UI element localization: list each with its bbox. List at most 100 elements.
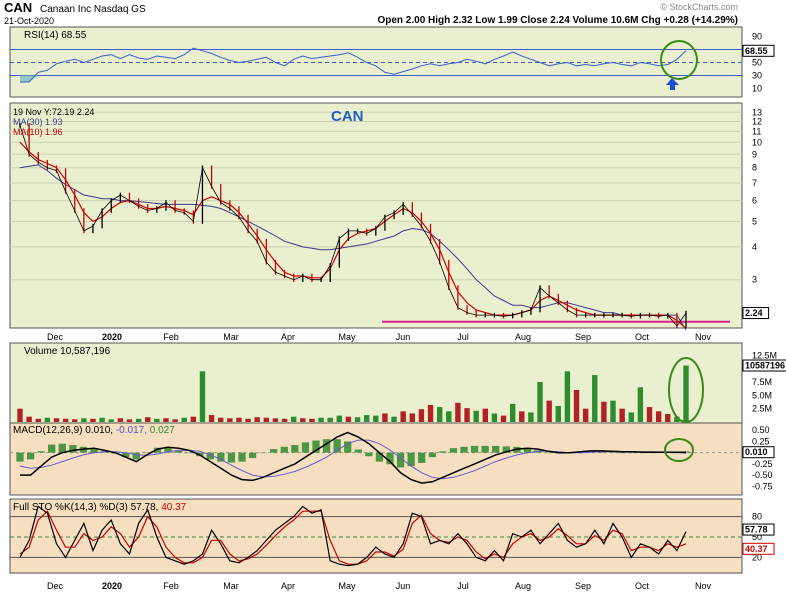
volume-bar [363, 415, 370, 422]
sto-x-label: Dec [47, 581, 64, 591]
macd-legend-label: MACD(12,26,9) [13, 425, 82, 436]
volume-bar [373, 415, 379, 422]
volume-bar [637, 387, 644, 422]
sto-x-label: Oct [635, 581, 650, 591]
macd-histogram-bar [470, 445, 479, 453]
price-x-label: Mar [223, 332, 239, 342]
volume-bar [227, 418, 233, 422]
volume-bar [263, 417, 270, 422]
price-last-value: 2.24 [745, 308, 763, 318]
ma10-legend: MA(10) 1.96 [13, 127, 63, 137]
macd-histogram-bar [449, 448, 458, 453]
macd-tick-label: 0.25 [752, 436, 770, 446]
volume-bar [500, 415, 507, 422]
volume-bar [592, 375, 598, 422]
macd-histogram-bar [618, 452, 627, 454]
sto-x-label: Apr [281, 581, 295, 591]
rsi-tick-label: 50 [752, 58, 762, 68]
price-tick-label: 9 [752, 149, 757, 159]
volume-tick-label: 2.5M [752, 404, 772, 414]
price-x-label: 2020 [102, 332, 122, 342]
price-tick-label: 11 [752, 126, 761, 136]
volume-bar [336, 415, 343, 422]
volume-bar [26, 416, 32, 422]
volume-bar [218, 417, 224, 422]
volume-tick-label: 5.0M [752, 390, 772, 400]
volume-bar [309, 418, 315, 422]
price-tick-label: 6 [752, 196, 757, 206]
volume-bar [300, 418, 306, 422]
volume-bar [446, 411, 452, 422]
volume-bar [290, 416, 297, 422]
volume-bar [154, 418, 160, 422]
volume-bar [382, 413, 388, 422]
volume-bar [35, 418, 41, 422]
macd-histogram-bar [481, 445, 489, 453]
volume-bar [135, 418, 142, 422]
volume-bar [601, 401, 607, 422]
price-x-label: May [338, 332, 356, 342]
macd-histogram-bar [280, 446, 288, 453]
sto-x-label: Aug [515, 581, 531, 591]
macd-histogram-bar [270, 449, 278, 453]
company-name: Canaan Inc Nasdaq GS [40, 4, 146, 15]
volume-tick-label: 12.5M [752, 350, 777, 360]
price-x-label: Dec [47, 332, 64, 342]
sto-x-label: May [338, 581, 356, 591]
sto-x-label: Jul [457, 581, 469, 591]
sto-d-last-value: 40.37 [745, 544, 768, 554]
sto-x-label: Nov [695, 581, 712, 591]
stock-chart: CAN Canaan Inc Nasdaq GS 21-Oct-2020 Ope… [4, 0, 786, 591]
volume-bar [53, 418, 60, 422]
macd-histogram-bar [248, 452, 257, 459]
price-tick-label: 8 [752, 163, 757, 173]
sto-legend-d: 40.37 [161, 502, 186, 513]
macd-histogram-bar [37, 451, 45, 453]
volume-bar [491, 413, 498, 422]
volume-bar [90, 418, 96, 422]
macd-histogram-bar [365, 452, 373, 457]
macd-histogram-bar [185, 452, 193, 454]
volume-bar [582, 408, 589, 422]
macd-legend-signal: -0.017, [116, 425, 147, 436]
sto-tick-label: 80 [752, 512, 762, 522]
volume-bar [427, 404, 434, 422]
macd-histogram-bar [48, 444, 56, 453]
macd-histogram-bar [428, 452, 436, 458]
price-tick-label: 4 [752, 242, 757, 252]
volume-bar [473, 410, 479, 422]
price-x-label: Feb [163, 332, 179, 342]
chart-date: 21-Oct-2020 [4, 16, 54, 26]
volume-bar [327, 417, 333, 422]
volume-bar [555, 406, 561, 422]
volume-bar [564, 371, 571, 422]
volume-bar [254, 417, 260, 422]
macd-histogram-bar [629, 452, 637, 454]
volume-bar [44, 417, 51, 422]
macd-legend: MACD(12,26,9) 0.010, -0.017, 0.027 [13, 425, 175, 436]
volume-bar [400, 411, 406, 422]
macd-tick-label: -0.75 [752, 481, 773, 491]
volume-bar [610, 400, 616, 422]
volume-bar [163, 418, 169, 422]
sto-x-label: Feb [163, 581, 179, 591]
volume-panel [9, 342, 743, 424]
price-x-label: Aug [515, 332, 531, 342]
price-tick-label: 12 [752, 116, 762, 126]
macd-histogram-bar [354, 449, 362, 453]
rsi-tick-label: 10 [752, 84, 762, 94]
price-legend-date: 19 Nov Y:72.19 2.24 [13, 107, 94, 117]
price-tick-label: 7 [752, 178, 757, 188]
volume-bar [172, 419, 178, 422]
volume-bar [345, 416, 352, 422]
macd-legend-value: 0.010, [85, 425, 113, 436]
volume-bar [145, 417, 151, 422]
macd-histogram-bar [227, 452, 236, 463]
volume-bar [245, 418, 251, 422]
volume-bar [646, 407, 653, 422]
sto-legend: Full STO %K(14,3) %D(3) 57.78, 40.37 [13, 502, 187, 513]
macd-tick-label: -0.25 [752, 459, 773, 469]
volume-bar [318, 417, 324, 422]
sto-x-label: 2020 [102, 581, 122, 591]
price-x-label: Jul [457, 332, 469, 342]
